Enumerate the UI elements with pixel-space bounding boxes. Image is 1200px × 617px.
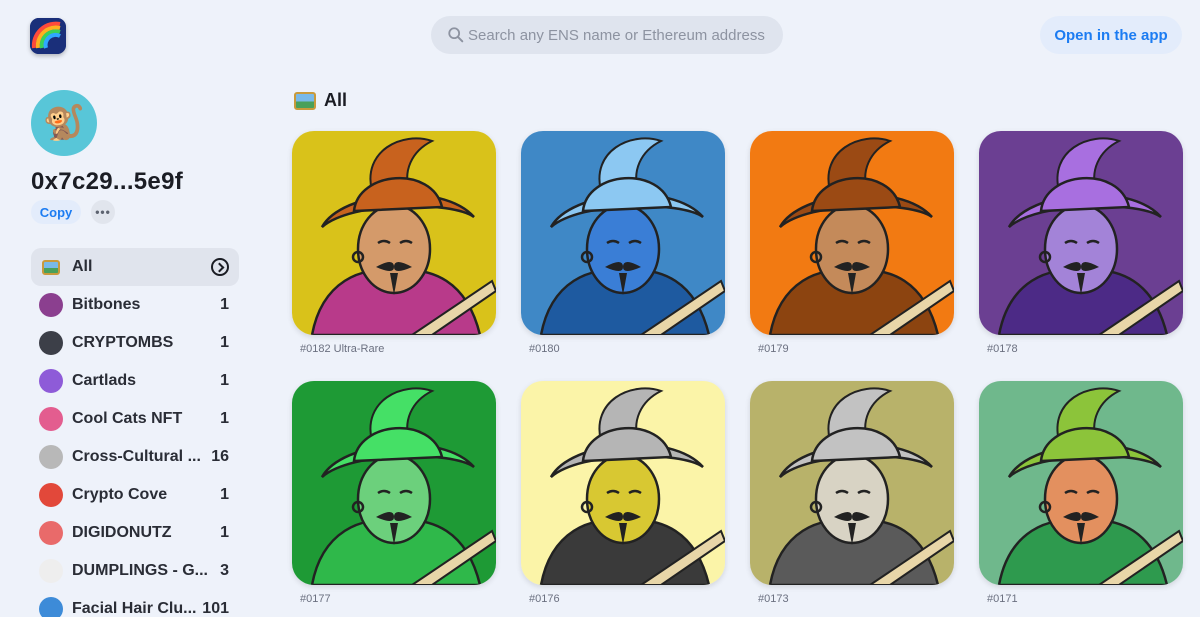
- section-title-label: All: [324, 90, 348, 110]
- ccc-avatar: [39, 445, 63, 469]
- rainbow-logo-graphic: [30, 18, 66, 54]
- sidebar-item-count: 101: [202, 600, 229, 617]
- nft-caption: #0182 Ultra-Rare: [300, 343, 385, 355]
- nft-card[interactable]: #0173: [750, 381, 954, 605]
- sidebar-item-dumplings-g[interactable]: DUMPLINGS - G... 3: [31, 552, 239, 590]
- nft-card[interactable]: #0180: [521, 131, 725, 355]
- sidebar-item-label: Facial Hair Clu...: [72, 600, 197, 617]
- nft-image[interactable]: [750, 381, 954, 585]
- nft-card[interactable]: #0176: [521, 381, 725, 605]
- sidebar-item-count: 1: [220, 524, 229, 541]
- cryptocove-avatar: [39, 483, 63, 507]
- nft-caption: #0178: [987, 343, 1018, 355]
- coolcats-avatar: [39, 407, 63, 431]
- sidebar-item-count: 16: [211, 448, 229, 465]
- more-options-button[interactable]: •••: [91, 200, 115, 224]
- nft-image[interactable]: [292, 131, 496, 335]
- nft-caption: #0171: [987, 593, 1018, 605]
- dumplings-avatar: [39, 559, 63, 583]
- sidebar-item-cool-cats-nft[interactable]: Cool Cats NFT 1: [31, 400, 239, 438]
- cryptombs-avatar: [39, 331, 63, 355]
- nft-image[interactable]: [979, 131, 1183, 335]
- collections-sidebar: All Bitbones 1 CRYPTOMBS 1 Cartlads 1 Cool Cats…: [31, 248, 239, 617]
- sidebar-item-label: Bitbones: [72, 296, 141, 313]
- sidebar-item-label: Crypto Cove: [72, 486, 168, 503]
- nft-artwork: [292, 381, 496, 585]
- section-title: All: [294, 90, 347, 111]
- nft-image[interactable]: [521, 131, 725, 335]
- nft-artwork: [292, 131, 496, 335]
- sidebar-item-count: 3: [220, 562, 229, 579]
- nft-image[interactable]: [292, 381, 496, 585]
- nft-card[interactable]: #0179: [750, 131, 954, 355]
- open-in-app-button[interactable]: Open in the app: [1040, 16, 1182, 54]
- search-bar[interactable]: Search any ENS name or Ethereum address: [431, 16, 783, 54]
- avatar: 🐒: [31, 90, 97, 156]
- nft-caption: #0173: [758, 593, 789, 605]
- rainbow-logo-icon[interactable]: [30, 18, 66, 54]
- picture-icon: [42, 259, 60, 275]
- nft-caption: #0180: [529, 343, 560, 355]
- avatar-emoji: 🐒: [42, 104, 86, 142]
- picture-icon: [39, 255, 63, 279]
- sidebar-item-cartlads[interactable]: Cartlads 1: [31, 362, 239, 400]
- copy-button[interactable]: Copy: [31, 200, 81, 224]
- nft-image[interactable]: [979, 381, 1183, 585]
- sidebar-item-label: DUMPLINGS - G...: [72, 562, 208, 579]
- sidebar-item-label: Cross-Cultural ...: [72, 448, 201, 465]
- sidebar-item-all[interactable]: All: [31, 248, 239, 286]
- search-placeholder: Search any ENS name or Ethereum address: [468, 26, 765, 44]
- more-dots-icon: •••: [95, 205, 111, 219]
- sidebar-item-cross-cultural[interactable]: Cross-Cultural ... 16: [31, 438, 239, 476]
- chevron-right-circle-icon: [211, 258, 229, 276]
- nft-artwork: [750, 131, 954, 335]
- sidebar-item-cryptombs[interactable]: CRYPTOMBS 1: [31, 324, 239, 362]
- sidebar-item-label: All: [72, 258, 93, 275]
- nft-card[interactable]: #0171: [979, 381, 1183, 605]
- sidebar-item-count: 1: [220, 334, 229, 351]
- sidebar-item-label: DIGIDONUTZ: [72, 524, 172, 541]
- cartlads-avatar: [39, 369, 63, 393]
- digidonutz-avatar: [39, 521, 63, 545]
- nft-image[interactable]: [750, 131, 954, 335]
- nft-artwork: [979, 381, 1183, 585]
- sidebar-item-count: 1: [220, 296, 229, 313]
- nft-caption: #0179: [758, 343, 789, 355]
- nft-card[interactable]: #0182 Ultra-Rare: [292, 131, 496, 355]
- sidebar-item-label: CRYPTOMBS: [72, 334, 174, 351]
- nft-card[interactable]: #0177: [292, 381, 496, 605]
- bitbones-avatar: [39, 293, 63, 317]
- sidebar-item-count: 1: [220, 410, 229, 427]
- sidebar-item-count: 1: [220, 486, 229, 503]
- nft-card[interactable]: #0178: [979, 131, 1183, 355]
- sidebar-item-facial-hair-clu[interactable]: Facial Hair Clu... 101: [31, 590, 239, 617]
- nft-caption: #0176: [529, 593, 560, 605]
- sidebar-item-label: Cool Cats NFT: [72, 410, 183, 427]
- nft-caption: #0177: [300, 593, 331, 605]
- nft-image[interactable]: [521, 381, 725, 585]
- sidebar-item-crypto-cove[interactable]: Crypto Cove 1: [31, 476, 239, 514]
- nft-artwork: [521, 131, 725, 335]
- sidebar-item-digidonutz[interactable]: DIGIDONUTZ 1: [31, 514, 239, 552]
- nft-artwork: [521, 381, 725, 585]
- facialhair-avatar: [39, 597, 63, 617]
- sidebar-item-label: Cartlads: [72, 372, 137, 389]
- sidebar-item-bitbones[interactable]: Bitbones 1: [31, 286, 239, 324]
- picture-icon: [294, 91, 316, 110]
- nft-artwork: [979, 131, 1183, 335]
- search-icon: [448, 27, 464, 43]
- wallet-address: 0x7c29...5e9f: [31, 168, 184, 195]
- sidebar-item-count: 1: [220, 372, 229, 389]
- nft-artwork: [750, 381, 954, 585]
